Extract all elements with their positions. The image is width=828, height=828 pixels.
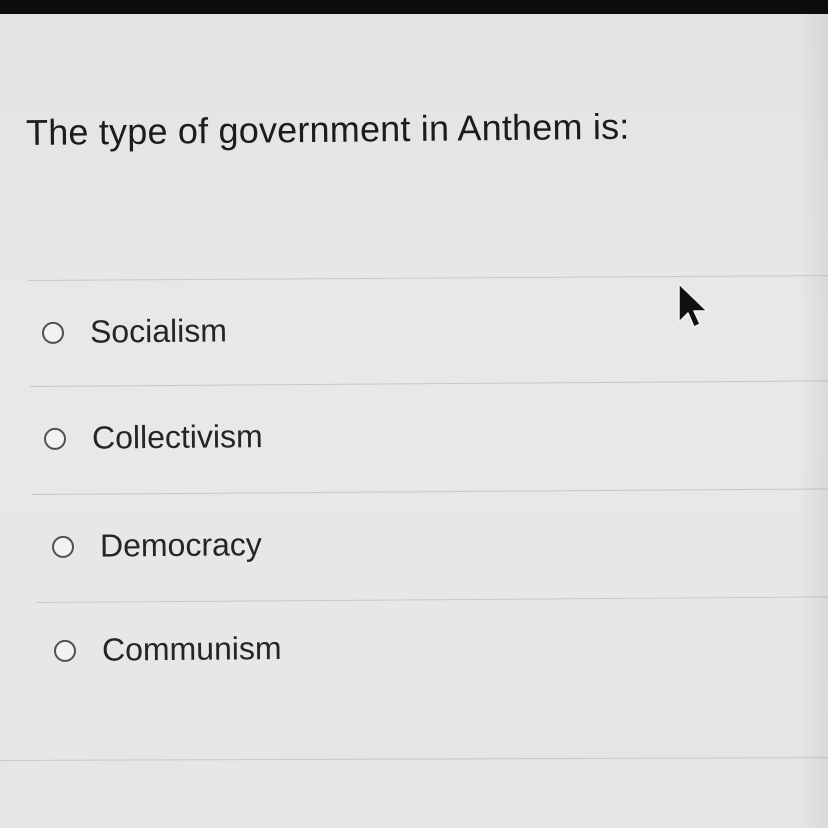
divider: [31, 488, 828, 495]
divider: [27, 275, 828, 281]
option-label: Democracy: [99, 526, 262, 564]
option-communism[interactable]: Communism: [53, 630, 282, 669]
option-collectivism[interactable]: Collectivism: [43, 418, 263, 457]
radio-icon[interactable]: [43, 427, 67, 450]
option-label: Collectivism: [91, 418, 263, 456]
option-socialism[interactable]: Socialism: [41, 312, 228, 351]
divider: [29, 380, 828, 387]
radio-icon[interactable]: [41, 321, 65, 344]
divider: [35, 596, 828, 603]
radio-icon[interactable]: [53, 639, 77, 662]
quiz-screen: The type of government in Anthem is: Soc…: [0, 0, 828, 828]
option-democracy[interactable]: Democracy: [51, 526, 262, 565]
option-label: Communism: [101, 630, 282, 668]
question-text: The type of government in Anthem is:: [25, 105, 630, 153]
radio-icon[interactable]: [51, 535, 75, 558]
option-label: Socialism: [89, 312, 228, 350]
screen-edge-shade: [798, 0, 828, 828]
divider: [0, 757, 828, 761]
mouse-pointer-icon: [678, 283, 708, 328]
screen-bezel: [0, 0, 828, 14]
